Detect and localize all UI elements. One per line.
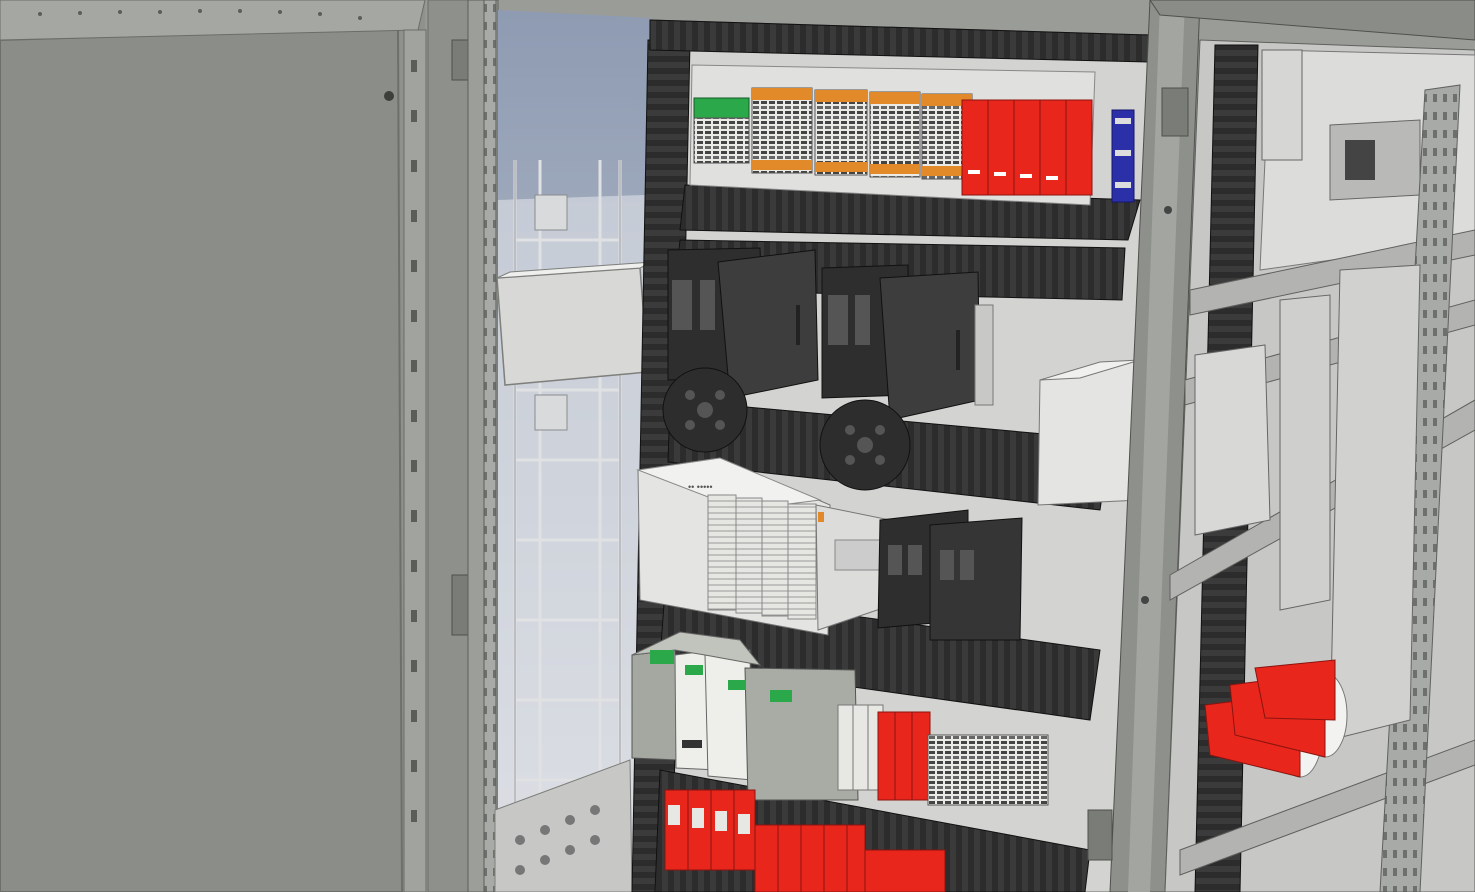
adjacent-cabinet bbox=[1164, 39, 1475, 892]
door-hinge-bottom bbox=[451, 574, 469, 636]
control-cabinet-render: •• ••••• bbox=[0, 0, 1475, 892]
plc-brand-label: •• ••••• bbox=[688, 482, 713, 492]
door-lock-icon bbox=[384, 91, 394, 101]
cabinet-door bbox=[0, 0, 469, 892]
cable-bracket bbox=[534, 194, 568, 231]
door-hinge-top bbox=[451, 39, 469, 81]
cable-bracket-lower bbox=[534, 394, 568, 431]
terminal-green bbox=[693, 97, 750, 119]
left-mounting-rail bbox=[483, 0, 497, 892]
junction-box bbox=[496, 261, 653, 386]
io-module-group bbox=[877, 509, 1023, 641]
transformer-box bbox=[1037, 359, 1141, 506]
frame-hinge bbox=[1161, 87, 1189, 137]
surge-protector-red bbox=[961, 99, 1093, 196]
bracket-upper-right bbox=[1261, 49, 1303, 161]
frame-latch bbox=[1087, 809, 1113, 861]
cabinet-side-opening bbox=[498, 10, 650, 892]
terminal-block-row-top bbox=[689, 64, 1135, 206]
